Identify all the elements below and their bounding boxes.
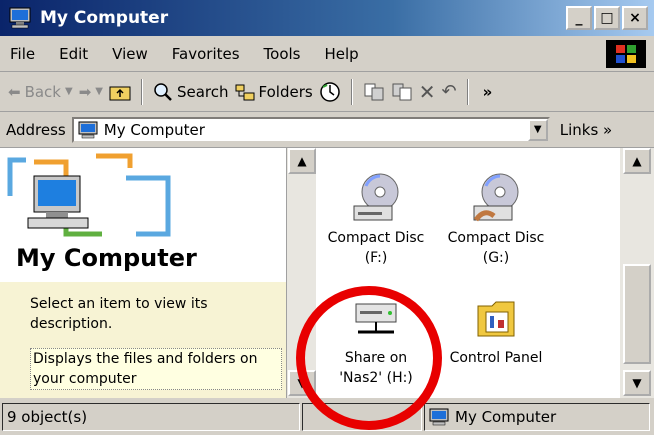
scroll-up-button[interactable]: ▲ [623, 148, 651, 174]
highlight-circle-annotation [296, 286, 442, 430]
drive-item-g[interactable]: Compact Disc (G:) [436, 172, 556, 268]
search-icon [154, 82, 172, 101]
move-to-icon [364, 83, 384, 100]
toolbar-overflow-button[interactable]: » [483, 83, 493, 101]
menu-edit[interactable]: Edit [47, 45, 100, 63]
address-dropdown-button[interactable]: ▼ [527, 118, 548, 141]
my-computer-icon [7, 153, 171, 237]
my-computer-icon [9, 7, 31, 29]
left-task-pane: My Computer Select an item to view its d… [0, 148, 296, 398]
description-text: Select an item to view its description. [30, 296, 208, 332]
status-location: My Computer [455, 407, 557, 426]
menu-favorites[interactable]: Favorites [160, 45, 252, 63]
address-label: Address [6, 120, 66, 139]
drive-label-line1: Compact Disc [447, 230, 545, 246]
folders-icon [235, 84, 255, 100]
window-controls: _ □ × [566, 6, 648, 30]
up-folder-button[interactable] [109, 83, 131, 101]
menu-bar: File Edit View Favorites Tools Help [0, 36, 654, 72]
delete-icon: ✕ [418, 79, 436, 104]
copy-to-icon [392, 83, 412, 100]
drive-label-line2: (F:) [364, 250, 388, 266]
minimize-button[interactable]: _ [566, 6, 592, 30]
standard-toolbar: ⬅ Back ▼ ➡ ▼ Search Folders ✕ ↶ » [0, 72, 654, 112]
search-button[interactable]: Search [153, 82, 229, 102]
history-button[interactable] [319, 81, 341, 103]
address-value: My Computer [103, 120, 205, 139]
close-button[interactable]: × [622, 6, 648, 30]
menu-file[interactable]: File [0, 45, 47, 63]
file-pane-scrollbar[interactable]: ▲ ▼ [620, 148, 654, 398]
item-label: Control Panel [449, 350, 543, 366]
chevron-down-icon: ▼ [65, 86, 73, 97]
folders-label: Folders [258, 82, 313, 101]
back-label: Back [24, 82, 61, 101]
control-panel-item[interactable]: Control Panel [436, 296, 556, 368]
address-bar: Address My Computer ▼ Links » [0, 112, 654, 148]
toolbar-separator [140, 78, 143, 105]
history-icon [319, 81, 340, 102]
my-computer-icon [78, 121, 98, 138]
cd-drive-icon [473, 173, 519, 222]
back-button[interactable]: ⬅ Back ▼ [8, 83, 73, 101]
task-pane-header: My Computer [0, 148, 296, 282]
undo-button[interactable]: ↶ [441, 81, 456, 102]
drive-item-f[interactable]: Compact Disc (F:) [316, 172, 436, 268]
windows-logo-icon [606, 40, 646, 68]
scroll-thumb[interactable] [623, 264, 651, 364]
window-title: My Computer [40, 8, 169, 28]
copy-to-button[interactable] [391, 82, 413, 102]
details-panel: Select an item to view its description. … [0, 282, 296, 398]
links-toolbar[interactable]: Links » [560, 121, 612, 139]
chevron-down-icon: ▼ [95, 86, 103, 97]
title-bar: My Computer _ □ × [0, 0, 654, 36]
forward-arrow-icon: ➡ [78, 82, 92, 101]
drive-label-line2: (G:) [482, 250, 510, 266]
scroll-up-button[interactable]: ▲ [288, 148, 316, 174]
status-object-count: 9 object(s) [2, 402, 300, 431]
up-folder-icon [109, 86, 131, 100]
tooltip: Displays the files and folders on your c… [30, 348, 282, 390]
drive-label-line1: Compact Disc [327, 230, 425, 246]
menu-tools[interactable]: Tools [252, 45, 313, 63]
chevron-down-icon: ▼ [533, 124, 542, 135]
control-panel-icon [477, 301, 515, 337]
delete-button[interactable]: ✕ [419, 80, 436, 104]
toolbar-separator [466, 78, 469, 105]
undo-icon: ↶ [441, 81, 457, 102]
back-arrow-icon: ⬅ [8, 82, 21, 101]
cd-drive-icon [353, 173, 399, 221]
scroll-down-button[interactable]: ▼ [623, 370, 651, 396]
address-field[interactable]: My Computer ▼ [71, 116, 550, 143]
maximize-button[interactable]: □ [594, 6, 620, 30]
forward-button[interactable]: ➡ ▼ [79, 83, 103, 101]
my-computer-icon [429, 408, 449, 425]
menu-help[interactable]: Help [313, 45, 371, 63]
menu-view[interactable]: View [100, 45, 160, 63]
move-to-button[interactable] [363, 82, 385, 102]
toolbar-separator [350, 78, 353, 105]
folders-button[interactable]: Folders [235, 83, 313, 101]
search-label: Search [176, 82, 229, 101]
status-location-panel: My Computer [424, 402, 650, 431]
page-title: My Computer [16, 244, 197, 272]
